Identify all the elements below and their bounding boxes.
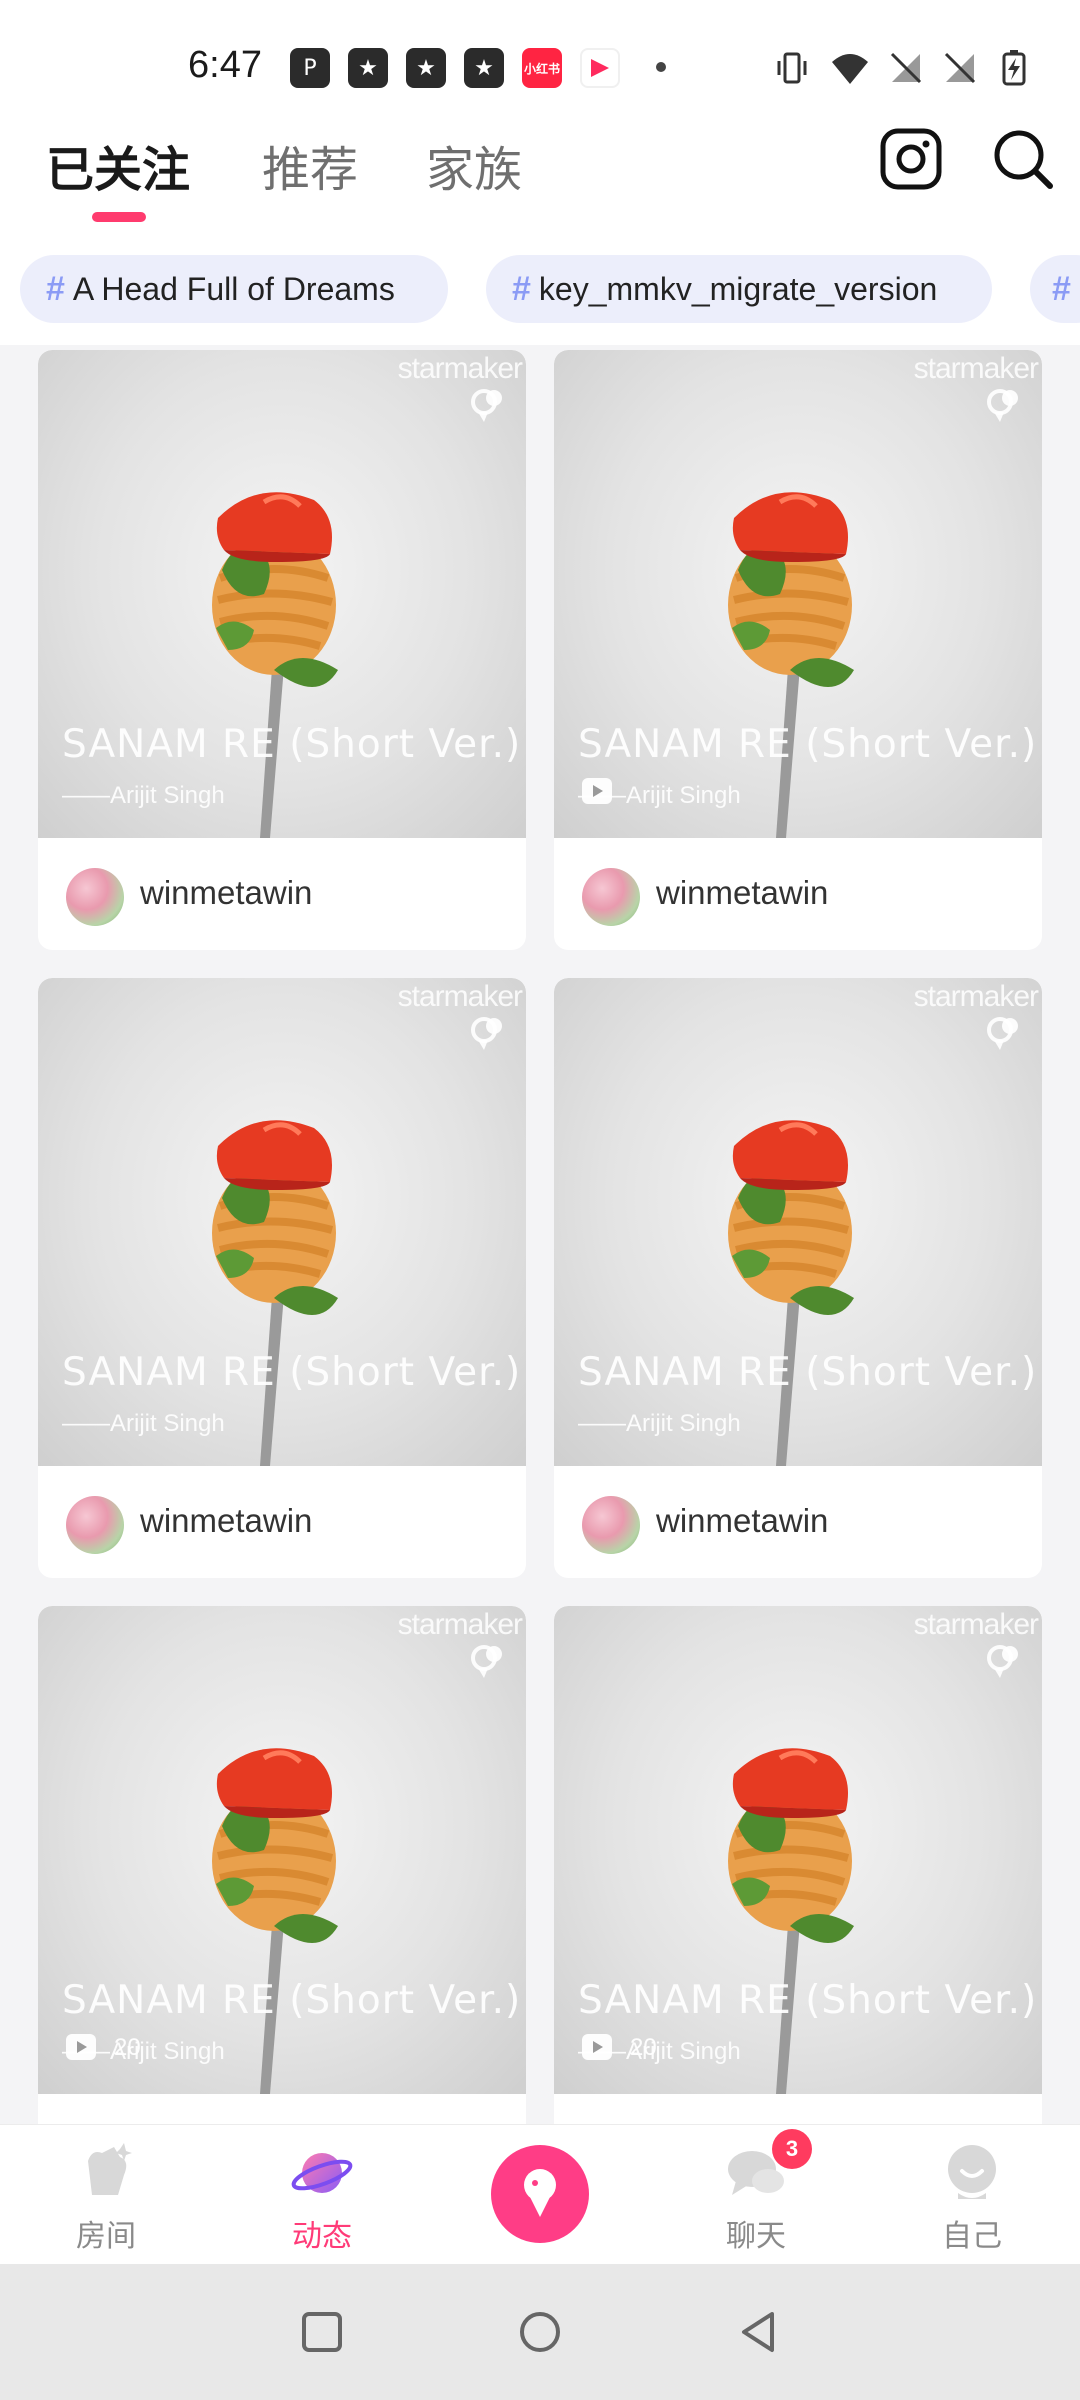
- starmaker-logo-icon: [471, 1017, 502, 1050]
- card-thumbnail[interactable]: starmaker SANAM RE (Short Ver.) ——Arijit…: [554, 978, 1042, 1466]
- signal-off-icon: [890, 52, 922, 84]
- battery-charging-icon: [1002, 50, 1026, 86]
- p-icon: P: [290, 48, 330, 88]
- instagram-icon[interactable]: [878, 126, 944, 192]
- song-title: SANAM RE (Short Ver.): [62, 1978, 522, 2023]
- hashtag-chip[interactable]: #: [1030, 255, 1080, 323]
- nav-item-room[interactable]: 房间: [26, 2125, 186, 2265]
- card-author[interactable]: winmetawin: [554, 838, 1042, 950]
- app-icon: [580, 48, 620, 88]
- song-artist: ——Arijit Singh: [62, 1410, 225, 1437]
- card-thumbnail[interactable]: starmaker SANAM RE (Short Ver.) ——Arijit…: [38, 350, 526, 838]
- feed-card[interactable]: starmaker SANAM RE (Short Ver.) ——Arijit…: [38, 978, 526, 1578]
- avatar[interactable]: [582, 868, 640, 926]
- card-thumbnail[interactable]: starmaker SANAM RE (Short Ver.) ——Arijit…: [38, 1606, 526, 2094]
- author-name[interactable]: winmetawin: [656, 1502, 828, 1540]
- feed-card[interactable]: starmaker SANAM RE (Short Ver.) ——Arijit…: [554, 1606, 1042, 2206]
- top-tabs: 已关注 推荐 家族: [0, 110, 1080, 240]
- card-author[interactable]: winmetawin: [38, 838, 526, 950]
- author-name[interactable]: winmetawin: [140, 874, 312, 912]
- author-name[interactable]: winmetawin: [140, 1502, 312, 1540]
- card-thumbnail[interactable]: starmaker SANAM RE (Short Ver.) ——Arijit…: [554, 1606, 1042, 2094]
- hashtag-chip[interactable]: # A Head Full of Dreams: [20, 255, 448, 323]
- card-thumbnail[interactable]: starmaker SANAM RE (Short Ver.) ——Arijit…: [554, 350, 1042, 838]
- song-title: SANAM RE (Short Ver.): [578, 1350, 1038, 1395]
- status-time: 6:47: [188, 44, 262, 86]
- nav-label: 自己: [942, 2219, 1002, 2254]
- song-title: SANAM RE (Short Ver.): [62, 722, 522, 767]
- planet-icon: [291, 2153, 353, 2193]
- star-icon: ★: [348, 48, 388, 88]
- watermark: starmaker: [913, 352, 1039, 385]
- card-author[interactable]: winmetawin: [554, 1466, 1042, 1578]
- starmaker-logo-icon: [987, 1645, 1018, 1678]
- feed-card[interactable]: starmaker SANAM RE (Short Ver.) ——Arijit…: [554, 350, 1042, 950]
- feed-card[interactable]: starmaker SANAM RE (Short Ver.) ——Arijit…: [38, 350, 526, 950]
- tab-family[interactable]: 家族: [426, 130, 522, 200]
- back-icon[interactable]: [732, 2306, 784, 2358]
- wifi-icon: [832, 54, 868, 84]
- star-icon: ★: [406, 48, 446, 88]
- song-title: SANAM RE (Short Ver.): [578, 1978, 1038, 2023]
- song-title: SANAM RE (Short Ver.): [62, 1350, 522, 1395]
- recent-apps-icon[interactable]: [296, 2306, 348, 2358]
- play-count: 20: [114, 2034, 141, 2061]
- nav-item-profile[interactable]: 自己: [892, 2125, 1052, 2265]
- more-notifications-dot: [656, 62, 666, 72]
- watermark: starmaker: [397, 1608, 523, 1641]
- card-author[interactable]: winmetawin: [38, 1466, 526, 1578]
- hash-icon: #: [1052, 269, 1071, 308]
- nav-label: 房间: [76, 2219, 136, 2254]
- watermark: starmaker: [397, 352, 523, 385]
- play-icon: [582, 2034, 612, 2060]
- hashtag-bar: # A Head Full of Dreams # key_mmkv_migra…: [0, 240, 1080, 345]
- play-count: 20: [630, 2034, 657, 2061]
- vibrate-icon: [777, 52, 807, 84]
- card-thumbnail[interactable]: starmaker SANAM RE (Short Ver.) ——Arijit…: [38, 978, 526, 1466]
- watermark: starmaker: [913, 980, 1039, 1013]
- room-icon: [88, 2143, 132, 2195]
- avatar[interactable]: [66, 1496, 124, 1554]
- avatar[interactable]: [582, 1496, 640, 1554]
- feed-card[interactable]: starmaker SANAM RE (Short Ver.) ——Arijit…: [38, 1606, 526, 2206]
- star-icon: ★: [464, 48, 504, 88]
- search-icon[interactable]: [990, 126, 1056, 192]
- chat-badge: 3: [772, 2129, 812, 2169]
- nav-item-chat[interactable]: 3 聊天: [676, 2125, 836, 2265]
- song-artist: ——Arijit Singh: [62, 782, 225, 809]
- active-tab-indicator: [92, 212, 146, 222]
- starmaker-logo-icon: [471, 1645, 502, 1678]
- hash-icon: #: [512, 269, 531, 308]
- nav-item-feed[interactable]: 动态: [242, 2125, 402, 2265]
- nav-label: 动态: [292, 2219, 352, 2254]
- starmaker-logo-icon: [987, 1017, 1018, 1050]
- tab-following[interactable]: 已关注: [46, 130, 190, 200]
- play-icon: [582, 778, 612, 804]
- starmaker-logo-icon: [987, 389, 1018, 422]
- hash-icon: #: [46, 269, 65, 308]
- hashtag-chip[interactable]: # key_mmkv_migrate_version: [486, 255, 992, 323]
- xiaohongshu-icon: 小红书: [522, 48, 562, 88]
- feed-card[interactable]: starmaker SANAM RE (Short Ver.) ——Arijit…: [554, 978, 1042, 1578]
- system-navigation-bar: [0, 2264, 1080, 2400]
- bottom-nav: 房间 动态 3 聊天 自己: [0, 2124, 1080, 2264]
- avatar[interactable]: [66, 868, 124, 926]
- song-artist: ——Arijit Singh: [578, 1410, 741, 1437]
- home-icon[interactable]: [514, 2306, 566, 2358]
- microphone-button[interactable]: [491, 2145, 589, 2243]
- play-icon: [66, 2034, 96, 2060]
- tab-recommended[interactable]: 推荐: [262, 130, 358, 200]
- app-screen: 6:47 P ★ ★ ★ 小红书 已关注 推荐 家族 # A Head Full…: [0, 0, 1080, 2400]
- starmaker-logo-icon: [471, 389, 502, 422]
- author-name[interactable]: winmetawin: [656, 874, 828, 912]
- signal-off-icon: [944, 52, 976, 84]
- nav-label: 聊天: [726, 2219, 786, 2254]
- microphone-icon: [524, 2169, 556, 2217]
- watermark: starmaker: [913, 1608, 1039, 1641]
- song-title: SANAM RE (Short Ver.): [578, 722, 1038, 767]
- watermark: starmaker: [397, 980, 523, 1013]
- profile-icon: [948, 2145, 996, 2199]
